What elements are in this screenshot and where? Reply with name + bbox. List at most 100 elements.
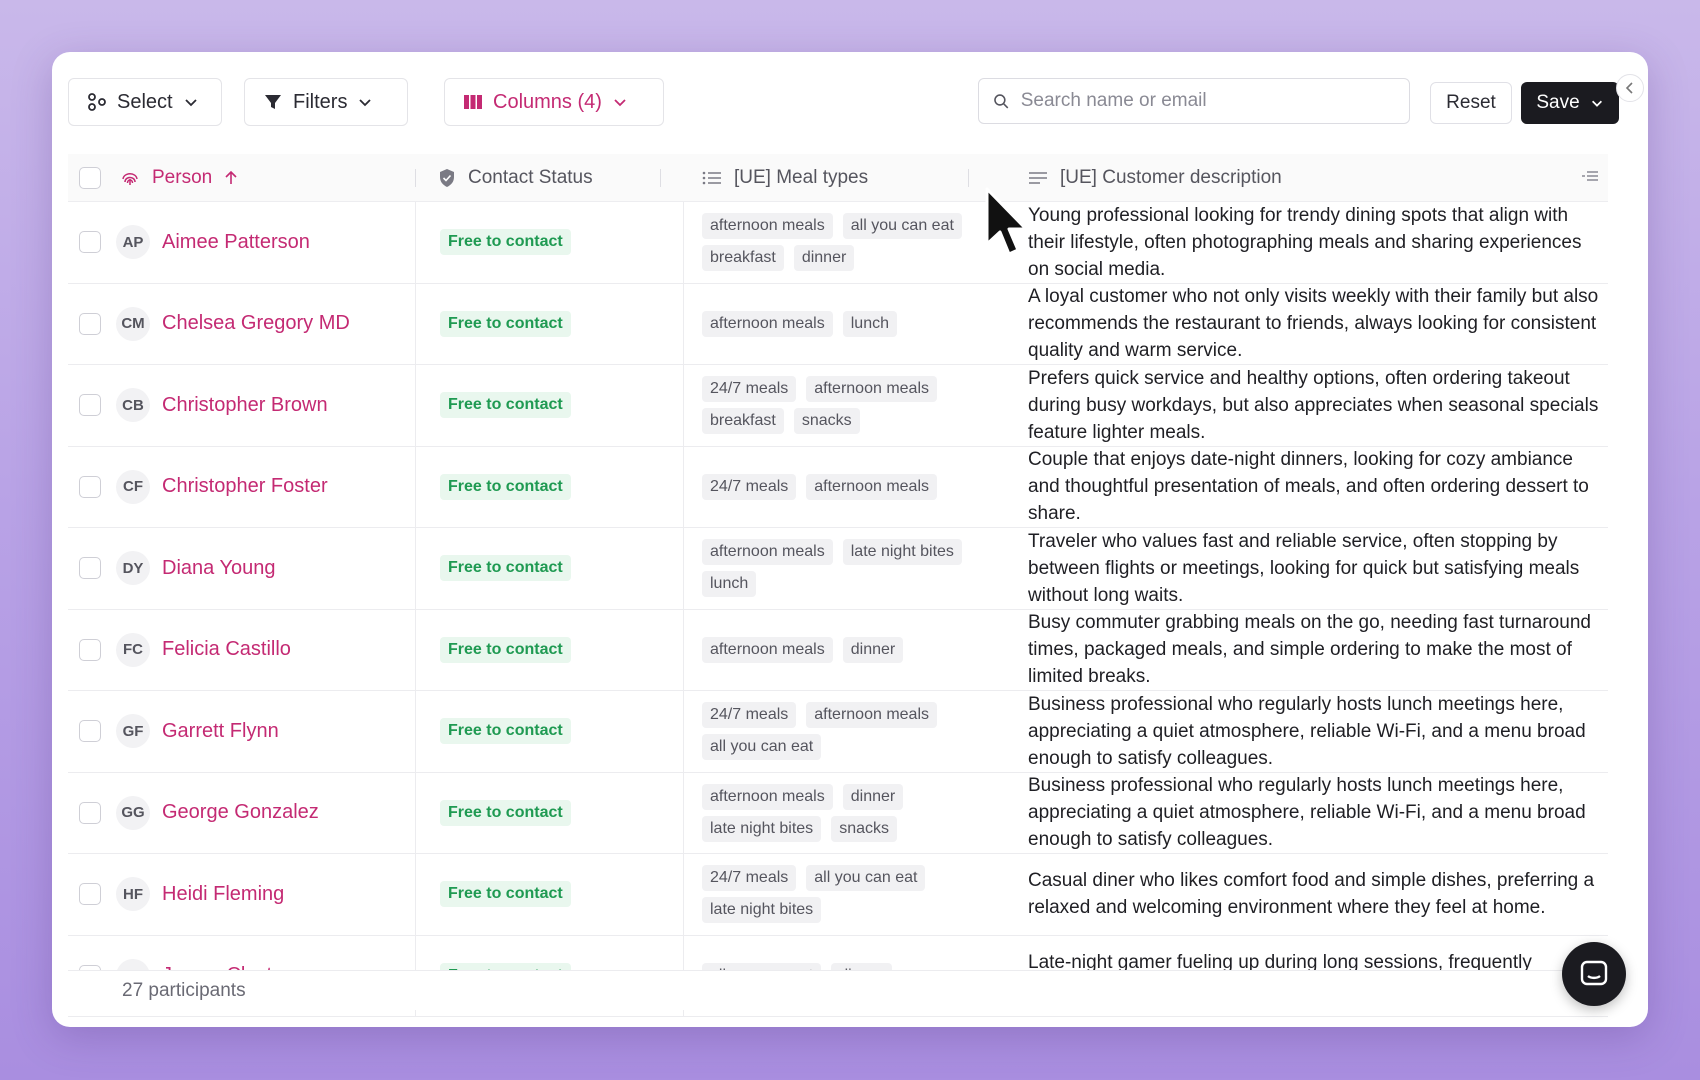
meal-type-tag: afternoon meals xyxy=(702,310,833,337)
column-header-status[interactable]: Contact Status xyxy=(416,167,684,189)
reset-button[interactable]: Reset xyxy=(1430,82,1512,124)
collapse-panel-button[interactable] xyxy=(1616,74,1644,102)
columns-icon xyxy=(464,95,482,109)
table-row[interactable]: AP Aimee Patterson Free to contact after… xyxy=(68,202,1608,284)
table-row[interactable]: GF Garrett Flynn Free to contact 24/7 me… xyxy=(68,691,1608,773)
meal-type-tag: all you can eat xyxy=(702,734,822,761)
participants-panel: Select Filters Columns (4) Reset Save xyxy=(52,52,1648,1027)
mouse-cursor-icon xyxy=(985,187,1028,256)
status-badge: Free to contact xyxy=(440,555,571,582)
row-checkbox[interactable] xyxy=(79,394,101,417)
table-row[interactable]: CF Christopher Foster Free to contact 24… xyxy=(68,446,1608,528)
meal-type-tags: 24/7 meals afternoon meals all you can eat xyxy=(702,702,1002,761)
table-header: Person Contact Status [UE] Meal types [U… xyxy=(68,154,1608,202)
meal-type-tag: afternoon meals xyxy=(702,636,833,663)
column-header-person[interactable]: Person xyxy=(112,167,416,189)
column-divider[interactable] xyxy=(415,168,416,187)
meal-type-tags: afternoon meals dinner late night bites sna… xyxy=(702,783,1002,842)
avatar: CM xyxy=(116,306,150,341)
person-header-label: Person xyxy=(152,166,213,188)
meal-type-tag: 24/7 meals xyxy=(702,865,797,892)
customer-description: Couple that enjoys date-night dinners, l… xyxy=(1028,449,1589,525)
select-all-checkbox[interactable] xyxy=(79,166,101,189)
save-button[interactable]: Save xyxy=(1521,82,1619,124)
meal-type-tag: afternoon meals xyxy=(806,376,937,403)
table-row[interactable]: HF Heidi Fleming Free to contact 24/7 me… xyxy=(68,854,1608,936)
meal-type-tag: all you can eat xyxy=(806,865,926,892)
person-name-link[interactable]: Felicia Castillo xyxy=(162,638,291,661)
person-name-link[interactable]: Garrett Flynn xyxy=(162,720,279,743)
customer-description: Business professional who regularly host… xyxy=(1028,775,1586,851)
select-icon xyxy=(88,93,106,111)
table-row[interactable]: GG George Gonzalez Free to contact after… xyxy=(68,772,1608,854)
table-row[interactable]: FC Felicia Castillo Free to contact afte… xyxy=(68,609,1608,691)
meal-type-tag: late night bites xyxy=(702,815,822,842)
status-badge: Free to contact xyxy=(440,881,571,908)
toolbar: Select Filters Columns (4) Reset Save xyxy=(68,78,1619,128)
columns-label: Columns (4) xyxy=(493,90,602,113)
description-header-label: [UE] Customer description xyxy=(1060,166,1282,188)
chat-icon xyxy=(1580,960,1608,986)
meal-type-tag: breakfast xyxy=(702,408,784,435)
customer-description: Prefers quick service and healthy option… xyxy=(1028,367,1599,443)
filters-button[interactable]: Filters xyxy=(244,78,408,126)
person-name-link[interactable]: Christopher Foster xyxy=(162,475,328,498)
status-badge: Free to contact xyxy=(440,310,571,337)
person-name-link[interactable]: Heidi Fleming xyxy=(162,883,284,906)
customer-description: Business professional who regularly host… xyxy=(1028,693,1586,769)
select-button[interactable]: Select xyxy=(68,78,222,126)
meal-type-tag: snacks xyxy=(793,408,860,435)
text-lines-icon xyxy=(1029,171,1047,184)
chevron-down-icon xyxy=(614,99,626,107)
row-checkbox[interactable] xyxy=(79,475,101,498)
status-badge: Free to contact xyxy=(440,636,571,663)
avatar: CF xyxy=(116,469,150,504)
person-name-link[interactable]: George Gonzalez xyxy=(162,801,319,824)
sort-ascending-icon[interactable] xyxy=(224,170,238,186)
meal-type-tag: late night bites xyxy=(702,897,822,924)
meal-type-tags: afternoon meals late night bites lunch xyxy=(702,539,1002,598)
search-icon xyxy=(994,94,1009,109)
columns-button[interactable]: Columns (4) xyxy=(444,78,664,126)
avatar: FC xyxy=(116,632,150,667)
column-divider[interactable] xyxy=(968,168,969,187)
meal-type-tag: afternoon meals xyxy=(806,702,937,729)
row-checkbox[interactable] xyxy=(79,557,101,580)
row-checkbox[interactable] xyxy=(79,312,101,335)
table-row[interactable]: CM Chelsea Gregory MD Free to contact af… xyxy=(68,283,1608,365)
avatar: CB xyxy=(116,388,150,423)
avatar: HF xyxy=(116,877,150,912)
person-name-link[interactable]: Diana Young xyxy=(162,557,275,580)
avatar: GF xyxy=(116,714,150,749)
table-row[interactable]: DY Diana Young Free to contact afternoon… xyxy=(68,528,1608,610)
meal-type-tags: afternoon meals lunch xyxy=(702,310,1002,337)
meal-type-tag: 24/7 meals xyxy=(702,473,797,500)
meal-type-tag: late night bites xyxy=(842,539,962,566)
filters-label: Filters xyxy=(293,90,348,113)
chevron-left-icon xyxy=(1625,82,1633,94)
person-name-link[interactable]: Chelsea Gregory MD xyxy=(162,312,350,335)
person-name-link[interactable]: Christopher Brown xyxy=(162,394,328,417)
meal-header-label: [UE] Meal types xyxy=(734,166,869,188)
status-badge: Free to contact xyxy=(440,473,571,500)
search-input[interactable] xyxy=(1020,90,1395,112)
person-name-link[interactable]: Aimee Patterson xyxy=(162,231,310,254)
row-checkbox[interactable] xyxy=(79,720,101,743)
customer-description: Busy commuter grabbing meals on the go, … xyxy=(1028,612,1591,688)
filter-icon xyxy=(265,95,281,109)
table-body: AP Aimee Patterson Free to contact after… xyxy=(68,202,1608,1017)
row-checkbox[interactable] xyxy=(79,801,101,824)
row-checkbox[interactable] xyxy=(79,231,101,254)
chevron-down-icon xyxy=(359,99,372,107)
table-row[interactable]: CB Christopher Brown Free to contact 24/… xyxy=(68,365,1608,447)
participants-table: Person Contact Status [UE] Meal types [U… xyxy=(68,154,1608,1017)
column-divider[interactable] xyxy=(660,168,661,187)
select-label: Select xyxy=(117,90,173,113)
chat-launcher-button[interactable] xyxy=(1562,942,1626,1006)
fingerprint-icon xyxy=(122,172,138,185)
column-header-description[interactable]: [UE] Customer description xyxy=(1018,167,1608,189)
search-box xyxy=(978,78,1410,124)
row-checkbox[interactable] xyxy=(79,883,101,906)
row-checkbox[interactable] xyxy=(79,638,101,661)
column-menu-icon[interactable] xyxy=(1582,170,1598,184)
